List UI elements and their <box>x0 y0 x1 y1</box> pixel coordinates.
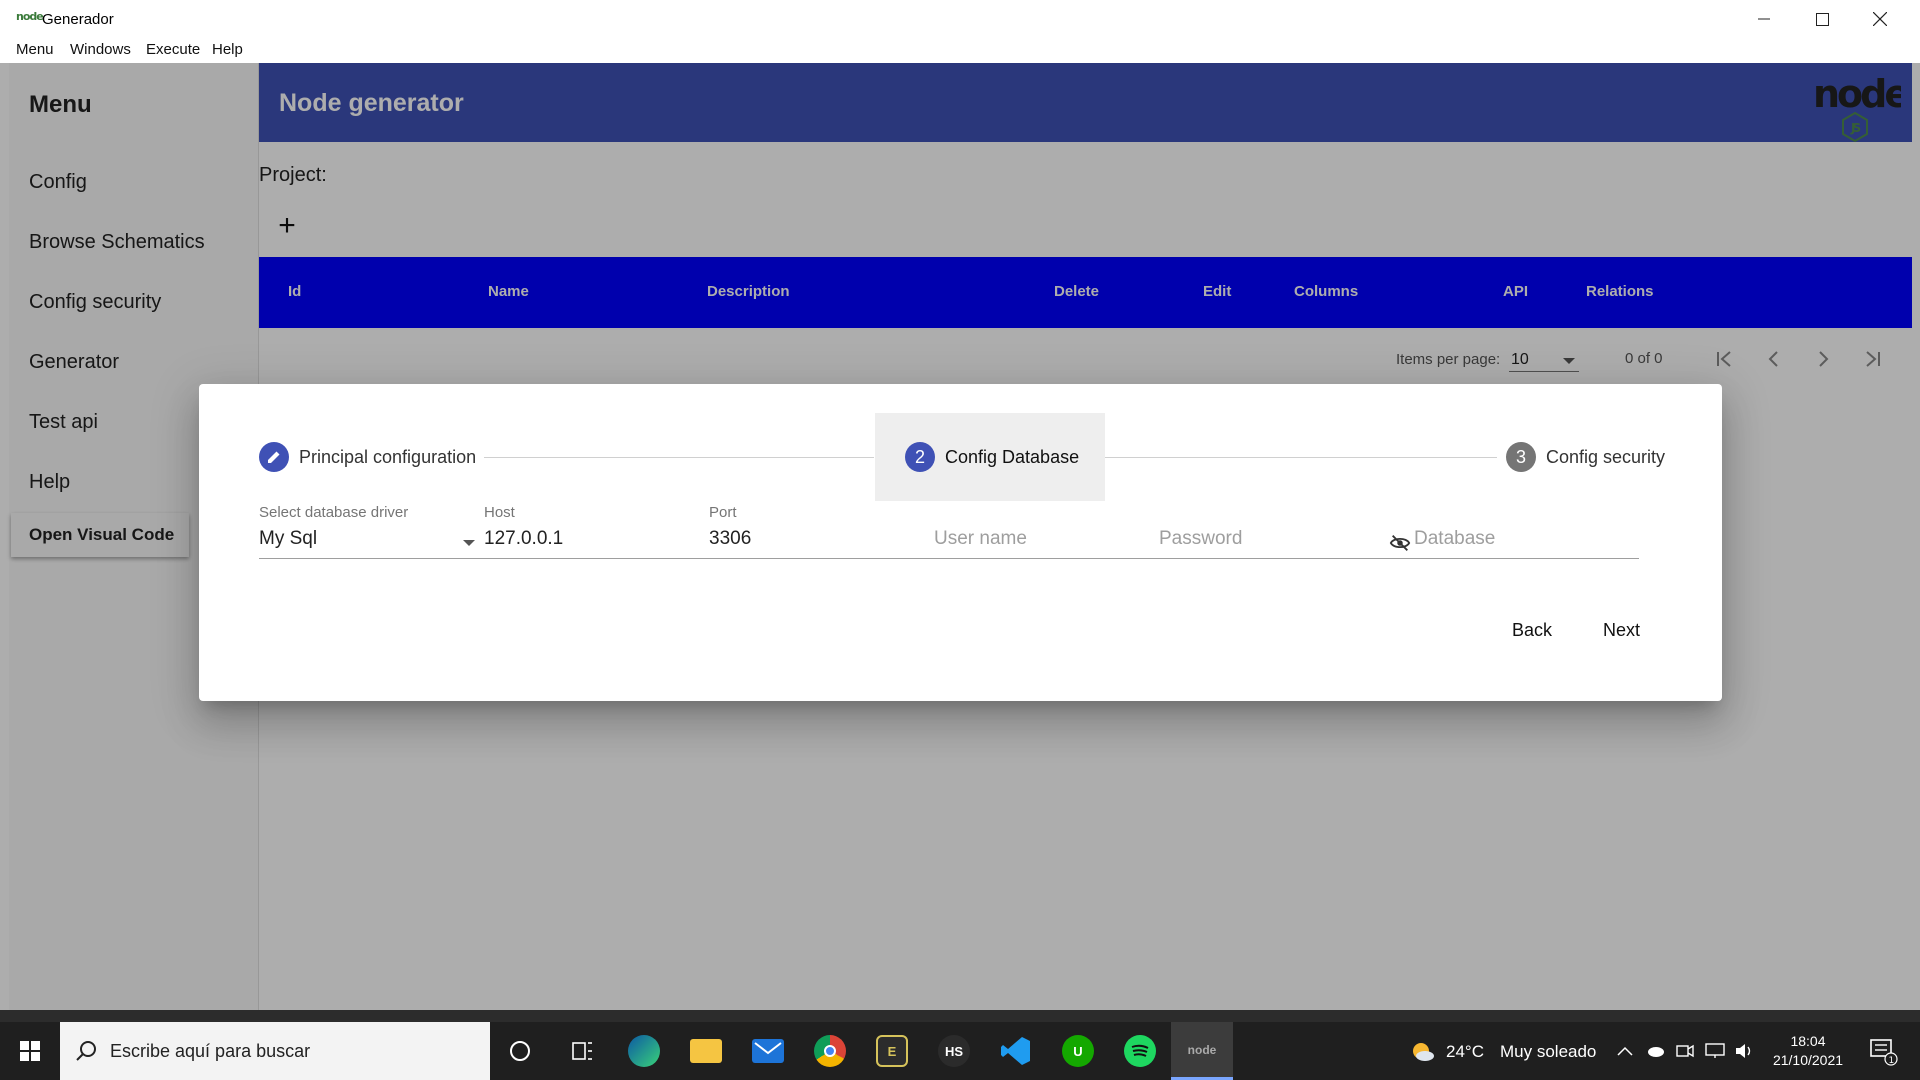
taskbar-search[interactable]: Escribe aquí para buscar <box>60 1022 490 1080</box>
host-label: Host <box>484 504 515 521</box>
meet-now-icon[interactable] <box>1675 1041 1695 1061</box>
search-icon <box>76 1041 96 1061</box>
clock-time: 18:04 <box>1790 1033 1826 1049</box>
driver-value: My Sql <box>259 528 318 549</box>
mail-icon <box>752 1039 784 1063</box>
clock-date: 21/10/2021 <box>1772 1052 1844 1068</box>
window-title: Generador <box>42 11 114 28</box>
task-view-icon <box>572 1042 592 1060</box>
taskbar-app-vscode[interactable] <box>985 1022 1047 1080</box>
eye-off-icon[interactable] <box>1389 532 1411 554</box>
taskbar: Escribe aquí para buscar E HS U node 24°… <box>0 1022 1920 1080</box>
password-field[interactable]: Password <box>1159 504 1379 564</box>
menu-bar: Menu Windows Execute Help <box>0 38 1920 63</box>
port-value: 3306 <box>709 528 752 549</box>
taskbar-app-upwork[interactable]: U <box>1047 1022 1109 1080</box>
step-config-security[interactable]: 3 Config security <box>1506 413 1665 501</box>
minimize-icon <box>1758 18 1770 20</box>
chevron-down-icon[interactable] <box>463 540 475 546</box>
next-button[interactable]: Next <box>1591 612 1652 648</box>
taskbar-app-generador[interactable]: node <box>1171 1022 1233 1080</box>
taskbar-app-spotify[interactable] <box>1109 1022 1171 1080</box>
volume-icon[interactable] <box>1735 1041 1755 1061</box>
onedrive-icon[interactable] <box>1645 1041 1665 1061</box>
taskbar-app-explorer[interactable] <box>675 1022 737 1080</box>
step-2-indicator: 2 <box>905 442 935 472</box>
notification-center-icon[interactable]: 1 <box>1868 1036 1898 1066</box>
weather-temperature[interactable]: 24°C <box>1446 1042 1484 1062</box>
password-placeholder: Password <box>1159 528 1243 549</box>
minimize-button[interactable] <box>1735 0 1793 38</box>
taskbar-app-chrome[interactable] <box>799 1022 861 1080</box>
database-driver-select[interactable]: Select database driver My Sql <box>259 504 479 564</box>
maximize-button[interactable] <box>1793 0 1851 38</box>
search-placeholder: Escribe aquí para buscar <box>110 1041 311 1061</box>
close-button[interactable] <box>1851 0 1909 38</box>
back-button[interactable]: Back <box>1500 612 1564 648</box>
cortana-button[interactable] <box>489 1022 551 1080</box>
network-icon[interactable] <box>1705 1041 1725 1061</box>
host-field[interactable]: Host 127.0.0.1 <box>484 504 694 564</box>
weather-sun-icon <box>1413 1043 1434 1061</box>
cortana-icon <box>510 1041 530 1061</box>
maximize-icon <box>1815 12 1829 26</box>
chrome-icon <box>814 1035 846 1067</box>
background-strip <box>0 1010 1920 1022</box>
step-principal-configuration[interactable]: Principal configuration <box>259 413 476 501</box>
start-button[interactable] <box>0 1022 60 1080</box>
user-name-field[interactable]: User name <box>934 504 1144 564</box>
folder-icon <box>690 1039 722 1063</box>
step-connector <box>1105 457 1497 458</box>
taskbar-app-mail[interactable] <box>737 1022 799 1080</box>
weather-description[interactable]: Muy soleado <box>1500 1042 1596 1062</box>
port-label: Port <box>709 504 737 521</box>
chevron-up-icon[interactable] <box>1615 1041 1635 1061</box>
spotify-icon <box>1124 1035 1156 1067</box>
database-config-dialog: Principal configuration 2 Config Databas… <box>199 384 1722 701</box>
taskbar-app-hs[interactable]: HS <box>923 1022 985 1080</box>
database-placeholder: Database <box>1414 528 1496 549</box>
port-field[interactable]: Port 3306 <box>709 504 919 564</box>
taskbar-clock[interactable]: 18:04 21/10/2021 <box>1768 1032 1848 1070</box>
task-view-button[interactable] <box>551 1022 613 1080</box>
title-bar: node Generador <box>0 0 1920 38</box>
step-1-indicator <box>259 442 289 472</box>
step-3-label: Config security <box>1546 446 1666 467</box>
form-underline <box>259 558 1639 559</box>
node-app-icon: node <box>1187 1042 1217 1057</box>
taskbar-app-eclipse[interactable]: E <box>861 1022 923 1080</box>
menu-item-execute[interactable]: Execute <box>146 41 200 58</box>
database-field[interactable]: Database <box>1414 504 1634 564</box>
svg-text:1: 1 <box>1889 1056 1895 1066</box>
host-value: 127.0.0.1 <box>484 528 564 549</box>
node-app-icon: node <box>16 10 44 23</box>
step-connector <box>484 457 874 458</box>
taskbar-app-edge[interactable] <box>613 1022 675 1080</box>
step-3-indicator: 3 <box>1506 442 1536 472</box>
windows-logo-icon <box>20 1041 40 1061</box>
eclipse-icon: E <box>876 1035 908 1067</box>
menu-item-menu[interactable]: Menu <box>16 41 54 58</box>
user-name-placeholder: User name <box>934 528 1027 549</box>
menu-item-help[interactable]: Help <box>212 41 243 58</box>
hs-icon: HS <box>938 1035 970 1067</box>
upwork-icon: U <box>1062 1035 1094 1067</box>
step-2-label: Config Database <box>945 446 1080 467</box>
menu-item-windows[interactable]: Windows <box>70 41 131 58</box>
pencil-icon <box>268 451 280 463</box>
vscode-icon <box>1000 1035 1032 1067</box>
close-icon <box>1873 12 1887 26</box>
edge-icon <box>628 1035 660 1067</box>
driver-label: Select database driver <box>259 504 409 521</box>
step-config-database[interactable]: 2 Config Database <box>875 413 1105 501</box>
step-1-label: Principal configuration <box>299 446 477 467</box>
